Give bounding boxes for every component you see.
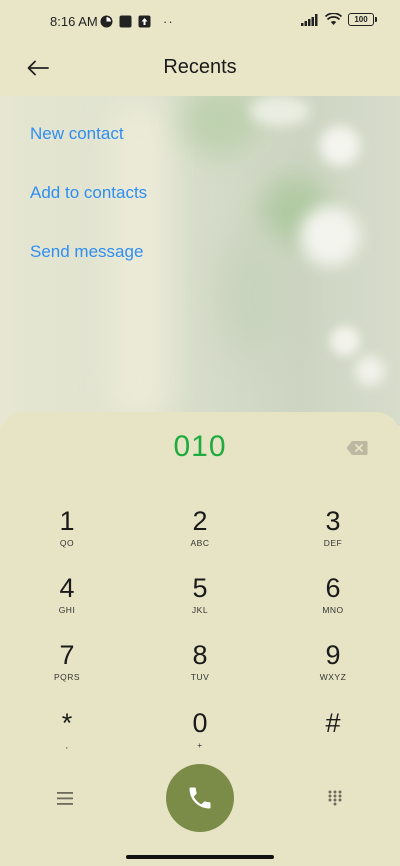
key-4[interactable]: 4 GHI [17,573,117,633]
key-letters: JKL [191,605,209,615]
key-5[interactable]: 5 JKL [150,573,250,633]
key-digit: 3 [325,506,341,536]
key-digit: 4 [59,573,75,603]
upload-notification-icon [138,15,151,28]
app-header: Recents [0,44,400,96]
wifi-icon [325,13,342,25]
key-digit: # [325,708,341,738]
key-digit: 6 [325,573,341,603]
key-letters: TUV [190,672,210,682]
menu-icon [57,791,73,805]
more-notifications: ·· [163,14,174,29]
voicemail-icon: QO [59,538,75,548]
key-1[interactable]: 1 QO [17,506,117,566]
key-9[interactable]: 9 WXYZ [283,640,383,700]
key-letters: ABC [190,538,210,548]
dialpad-sheet: 010 1 QO 2 ABC 3 DEF 4 GHI 5 JKL 6 MNO 7… [0,412,400,866]
background-photo: New contact Add to contacts Send message [0,96,400,426]
send-message-link[interactable]: Send message [30,240,147,299]
key-6[interactable]: 6 MNO [283,573,383,633]
menu-button[interactable] [50,786,80,810]
notification-icons: ·· [100,14,174,29]
key-letters: DEF [323,538,343,548]
key-digit: 0 [192,708,208,738]
key-0[interactable]: 0 + [150,708,250,768]
key-digit: 9 [325,640,341,670]
call-button[interactable] [166,764,234,832]
square-notification-icon [119,15,132,28]
key-2[interactable]: 2 ABC [150,506,250,566]
status-bar: 8:16 AM ·· 100 [0,0,400,44]
key-letters: PQRS [53,672,81,682]
key-letters: , [65,740,69,750]
key-letters: MNO [322,605,344,615]
key-digit: 7 [59,640,75,670]
dialpad-toggle-button[interactable] [320,786,350,810]
add-to-contacts-link[interactable]: Add to contacts [30,181,147,240]
key-digit: 1 [59,506,75,536]
key-digit: 5 [192,573,208,603]
page-title: Recents [163,56,237,78]
key-letters: GHI [58,605,76,615]
signal-icon [301,13,318,26]
key-digit: * [61,708,73,738]
battery-icon: 100 [348,13,377,26]
new-contact-link[interactable]: New contact [30,122,147,181]
backspace-icon[interactable] [346,440,368,456]
dialpad-grid-icon [328,790,342,806]
contact-actions: New contact Add to contacts Send message [30,122,147,299]
status-time: 8:16 AM [50,14,98,29]
key-hash[interactable]: # [283,708,383,768]
key-star[interactable]: * , [17,708,117,768]
key-letters: + [197,740,203,750]
status-right: 100 [301,13,377,26]
key-8[interactable]: 8 TUV [150,640,250,700]
key-7[interactable]: 7 PQRS [17,640,117,700]
dialed-number[interactable]: 010 [0,430,400,464]
key-3[interactable]: 3 DEF [283,506,383,566]
key-letters: WXYZ [319,672,347,682]
key-digit: 8 [192,640,208,670]
dialer-bottom-bar [0,762,400,832]
home-indicator[interactable] [126,855,274,859]
phone-icon [189,787,211,809]
key-digit: 2 [192,506,208,536]
app-notification-icon [100,15,113,28]
